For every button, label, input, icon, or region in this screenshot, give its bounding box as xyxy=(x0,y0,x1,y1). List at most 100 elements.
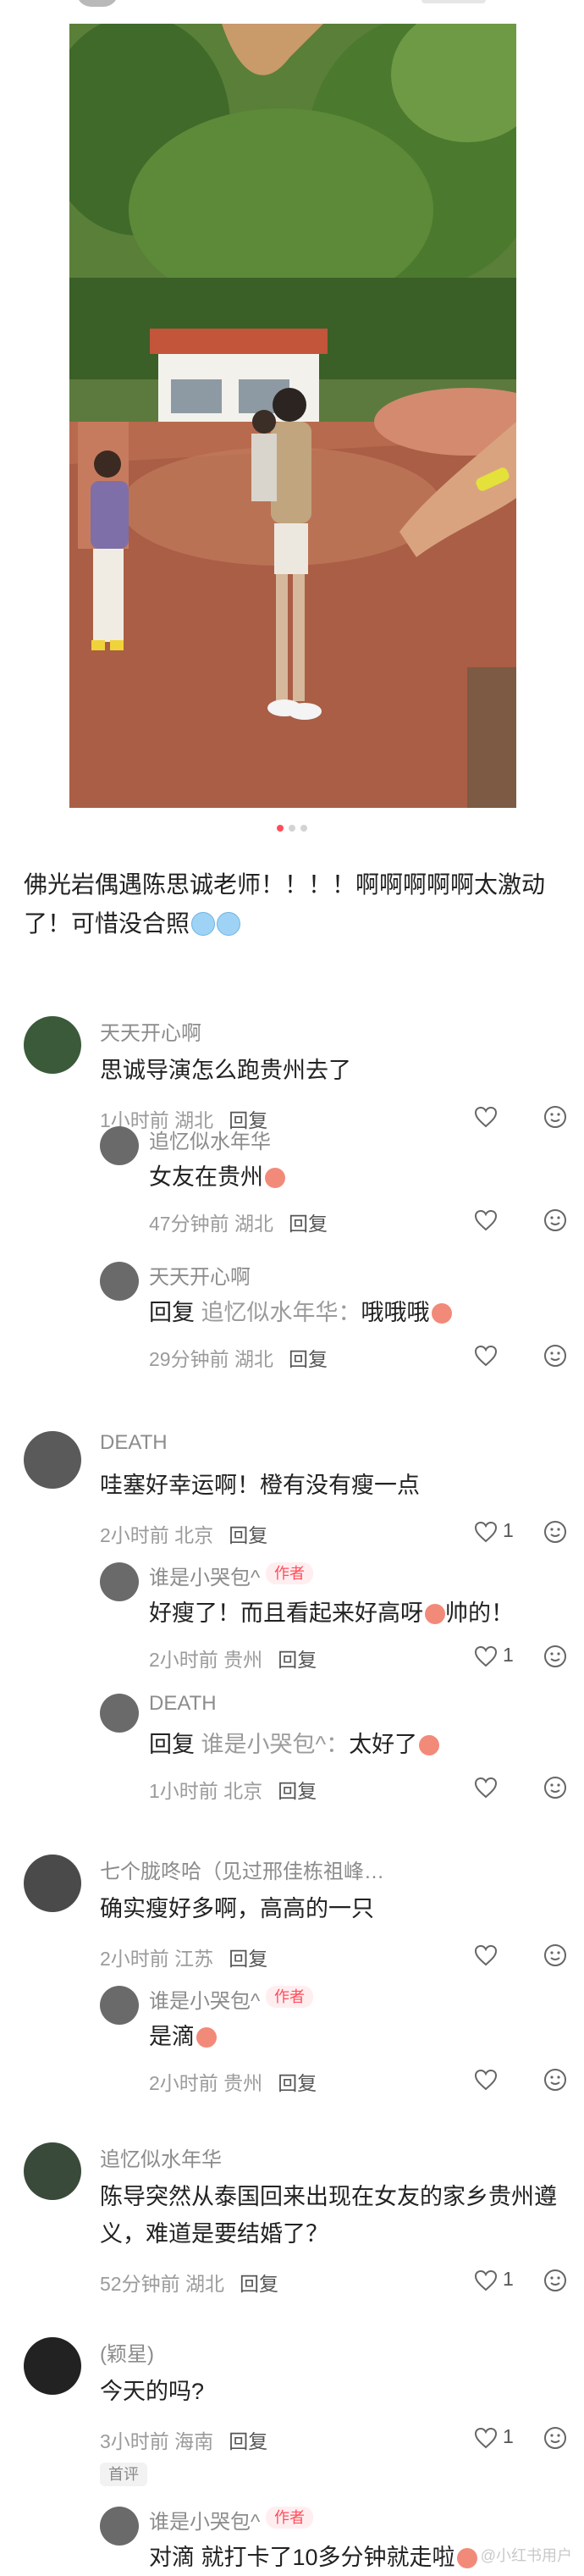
author-badge: 作者 xyxy=(266,1562,313,1584)
like-heart-icon[interactable] xyxy=(474,2269,498,2291)
emoji-react-icon[interactable] xyxy=(543,1105,567,1129)
post-caption-text: 佛光岩偶遇陈思诚老师！！！！啊啊啊啊啊太激动了！可惜没合照 xyxy=(24,871,546,937)
crying-emoji-icon xyxy=(191,912,216,936)
avatar[interactable] xyxy=(24,1855,81,1912)
author-avatar-partial[interactable] xyxy=(76,0,118,7)
avatar[interactable] xyxy=(100,2507,139,2546)
emoji-react-icon[interactable] xyxy=(543,1344,567,1368)
reply-username[interactable]: 谁是小哭包^ xyxy=(149,1561,260,1590)
like-heart-icon[interactable] xyxy=(474,1345,498,1367)
reply-text: 女友在贵州 xyxy=(149,1158,285,1196)
peach-emoji-icon xyxy=(425,1604,445,1624)
comment-meta: 52分钟前 湖北 回复 xyxy=(100,2268,278,2297)
reply-username[interactable]: DEATH xyxy=(149,1692,217,1716)
emoji-react-icon[interactable] xyxy=(543,1208,567,1232)
emoji-react-icon[interactable] xyxy=(543,2426,567,2450)
post-photo-image xyxy=(69,24,516,808)
emoji-react-icon[interactable] xyxy=(543,1520,567,1544)
like-heart-icon[interactable] xyxy=(474,1106,498,1128)
first-comment-badge: 首评 xyxy=(100,2463,147,2486)
like-count: 1 xyxy=(503,1644,514,1666)
like-heart-icon[interactable] xyxy=(474,2069,498,2091)
reply-button[interactable]: 回复 xyxy=(289,1348,328,1370)
post-photo[interactable] xyxy=(69,24,516,808)
comment-text: 思诚导演怎么跑贵州去了 xyxy=(100,1058,351,1083)
carousel-dot-3[interactable] xyxy=(300,825,307,832)
top-strip xyxy=(0,0,584,22)
reply-text: 回复 谁是小哭包^：太好了 xyxy=(149,1726,440,1763)
reply-text: 回复 追忆似水年华：哦哦哦 xyxy=(149,1294,452,1331)
comment-text: 确实瘦好多啊，高高的一只 xyxy=(100,1896,374,1921)
like-heart-icon[interactable] xyxy=(474,1944,498,1966)
reply-meta: 2小时前 贵州 回复 xyxy=(149,1649,317,1671)
peach-emoji-icon xyxy=(265,1168,285,1188)
like-count: 1 xyxy=(503,1519,514,1541)
reply-meta: 1小时前 北京 回复 xyxy=(149,1780,317,1802)
carousel-indicator[interactable] xyxy=(0,825,584,832)
comment-text: 哇塞好幸运啊！橙有没有瘦一点 xyxy=(100,1473,420,1498)
avatar[interactable] xyxy=(24,2142,81,2200)
avatar[interactable] xyxy=(100,1262,139,1301)
comment-username[interactable]: 天天开心啊 xyxy=(100,1016,201,1046)
emoji-react-icon[interactable] xyxy=(543,2269,567,2292)
peach-emoji-icon xyxy=(419,1735,440,1755)
author-badge: 作者 xyxy=(266,2507,313,2529)
reply-text: 是滴 xyxy=(149,2018,217,2055)
reply-button[interactable]: 回复 xyxy=(278,1649,317,1671)
reply-text: 好瘦了！而且看起来好高呀 帅的！ xyxy=(149,1600,514,1626)
reply-button[interactable]: 回复 xyxy=(229,2430,267,2452)
comment-time: 3小时前 海南 xyxy=(100,2430,214,2452)
like-count: 1 xyxy=(503,2268,514,2290)
crying-emoji-icon xyxy=(217,912,241,936)
comment-time: 2小时前 北京 xyxy=(100,1524,214,1546)
follow-button-partial[interactable] xyxy=(421,0,486,3)
reply-text: 对滴 就打卡了10多分钟就走啦 xyxy=(149,2539,477,2576)
like-heart-icon[interactable] xyxy=(474,1521,498,1543)
peach-emoji-icon xyxy=(431,1303,452,1324)
reply-button[interactable]: 回复 xyxy=(240,2273,278,2295)
comment-username[interactable]: (颖星) xyxy=(100,2337,154,2367)
avatar[interactable] xyxy=(100,1562,139,1601)
emoji-react-icon[interactable] xyxy=(543,2068,567,2092)
emoji-react-icon[interactable] xyxy=(543,1943,567,1967)
comment-username[interactable]: DEATH xyxy=(100,1431,168,1455)
reply-button[interactable]: 回复 xyxy=(229,1524,267,1546)
comment-text: 今天的吗? xyxy=(100,2379,205,2404)
comment-meta: 3小时前 海南 回复 xyxy=(100,2425,267,2454)
like-heart-icon[interactable] xyxy=(474,1777,498,1799)
avatar[interactable] xyxy=(100,1126,139,1165)
carousel-dot-2[interactable] xyxy=(289,825,295,832)
avatar[interactable] xyxy=(24,1016,81,1074)
reply-username[interactable]: 天天开心啊 xyxy=(149,1260,251,1290)
post-caption: 佛光岩偶遇陈思诚老师！！！！啊啊啊啊啊太激动了！可惜没合照 xyxy=(24,865,565,943)
reply-username[interactable]: 谁是小哭包^ xyxy=(149,2505,260,2535)
person-behind xyxy=(251,410,277,501)
reply-button[interactable]: 回复 xyxy=(289,1213,328,1235)
reply-username[interactable]: 追忆似水年华 xyxy=(149,1125,271,1154)
avatar[interactable] xyxy=(100,1986,139,2025)
reply-button[interactable]: 回复 xyxy=(278,2072,317,2094)
reply-button[interactable]: 回复 xyxy=(229,1948,267,1970)
comment-username[interactable]: 七个胧咚哈（见过邢佳栋祖峰… xyxy=(100,1855,384,1884)
comment-time: 2小时前 江苏 xyxy=(100,1948,214,1970)
like-count: 1 xyxy=(503,2425,514,2447)
peach-emoji-icon xyxy=(456,2548,477,2568)
comment-meta: 2小时前 北京 回复 xyxy=(100,1519,267,1548)
emoji-react-icon[interactable] xyxy=(543,1645,567,1668)
comment-time: 52分钟前 湖北 xyxy=(100,2273,224,2295)
reply-meta: 47分钟前 湖北 回复 xyxy=(149,1213,328,1235)
like-heart-icon[interactable] xyxy=(474,2427,498,2449)
avatar[interactable] xyxy=(24,2337,81,2395)
reply-meta: 29分钟前 湖北 回复 xyxy=(149,1348,328,1370)
avatar[interactable] xyxy=(100,1694,139,1733)
like-heart-icon[interactable] xyxy=(474,1209,498,1231)
like-heart-icon[interactable] xyxy=(474,1645,498,1667)
emoji-react-icon[interactable] xyxy=(543,1776,567,1799)
reply-username[interactable]: 谁是小哭包^ xyxy=(149,1984,260,2014)
reply-meta: 2小时前 贵州 回复 xyxy=(149,2072,317,2094)
watermark: @小红书用户 xyxy=(480,2547,572,2564)
comment-username[interactable]: 追忆似水年华 xyxy=(100,2142,222,2172)
avatar[interactable] xyxy=(24,1431,81,1489)
reply-button[interactable]: 回复 xyxy=(278,1780,317,1802)
carousel-dot-1[interactable] xyxy=(277,825,284,832)
